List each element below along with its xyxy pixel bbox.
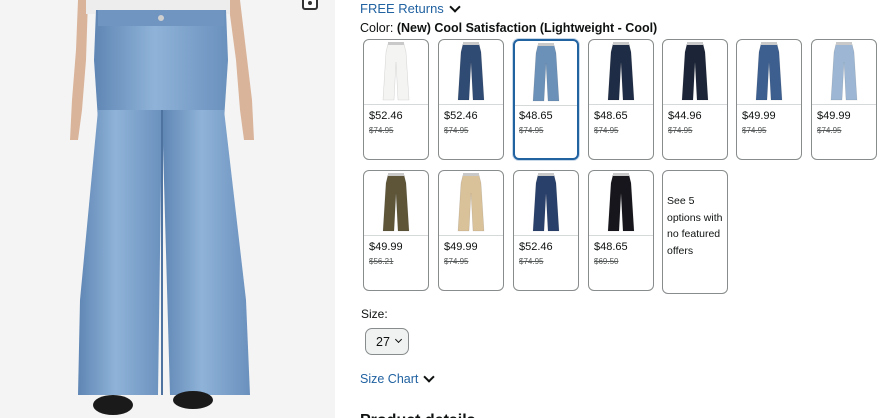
- color-swatch[interactable]: $49.99 $56.21: [363, 170, 429, 291]
- swatch-price: $52.46: [444, 110, 478, 122]
- color-swatch[interactable]: $48.65 $69.50: [588, 170, 654, 291]
- size-chart-label: Size Chart: [360, 372, 419, 386]
- color-swatch-thumbnail: [514, 171, 578, 236]
- see-more-options-button[interactable]: See 5 options with no featured offers: [662, 170, 728, 294]
- swatch-price: $48.65: [594, 110, 628, 122]
- product-image-pane: [0, 0, 335, 418]
- color-selected-value: (New) Cool Satisfaction (Lightweight - C…: [396, 21, 658, 35]
- product-main-image[interactable]: [58, 0, 268, 418]
- chevron-down-icon: [394, 335, 402, 344]
- swatch-price: $52.46: [369, 110, 403, 122]
- swatch-price: $49.99: [817, 110, 851, 122]
- swatch-list-price: $74.95: [742, 126, 767, 135]
- swatch-list-price: $74.95: [817, 126, 842, 135]
- color-swatch[interactable]: $49.99 $74.95: [736, 39, 802, 160]
- color-swatch-thumbnail: [812, 40, 876, 105]
- color-swatch[interactable]: $44.96 $74.95: [662, 39, 728, 160]
- swatch-price: $52.46: [519, 241, 553, 253]
- swatch-list-price: $74.95: [369, 126, 394, 135]
- color-swatch-thumbnail: [589, 40, 653, 105]
- color-swatch-thumbnail: [515, 41, 577, 106]
- swatch-price: $48.65: [519, 110, 553, 122]
- color-label-row: Color: (New) Cool Satisfaction (Lightwei…: [360, 21, 657, 35]
- color-swatch[interactable]: $52.46 $74.95: [438, 39, 504, 160]
- color-swatch[interactable]: $52.46 $74.95: [363, 39, 429, 160]
- size-label: Size:: [361, 307, 388, 321]
- see-more-options-text: See 5 options with no featured offers: [667, 195, 723, 257]
- swatch-list-price: $74.95: [594, 126, 619, 135]
- free-returns-label: FREE Returns: [360, 1, 444, 16]
- color-swatch-thumbnail: [663, 40, 727, 105]
- swatch-price: $48.65: [594, 241, 628, 253]
- color-swatch[interactable]: $48.65 $74.95: [513, 39, 579, 160]
- color-swatch-thumbnail: [439, 40, 503, 105]
- swatch-list-price: $74.95: [519, 126, 544, 135]
- color-swatch[interactable]: $49.99 $74.95: [811, 39, 877, 160]
- swatch-price: $49.99: [444, 241, 478, 253]
- swatch-list-price: $74.95: [444, 126, 469, 135]
- swatch-list-price: $74.95: [668, 126, 693, 135]
- size-chart-link[interactable]: Size Chart: [360, 371, 436, 386]
- swatch-price: $49.99: [369, 241, 403, 253]
- color-swatch-thumbnail: [364, 40, 428, 105]
- color-swatch-thumbnail: [589, 171, 653, 236]
- color-swatch-thumbnail: [439, 171, 503, 236]
- swatch-list-price: $74.95: [444, 257, 469, 266]
- color-swatch[interactable]: $49.99 $74.95: [438, 170, 504, 291]
- free-returns-link[interactable]: FREE Returns: [360, 0, 461, 16]
- product-options-pane: FREE Returns Color: (New) Cool Satisfact…: [335, 0, 883, 418]
- share-icon[interactable]: [302, 0, 318, 10]
- swatch-list-price: $56.21: [369, 257, 394, 266]
- color-swatch[interactable]: $52.46 $74.95: [513, 170, 579, 291]
- color-label: Color:: [360, 21, 394, 35]
- size-dropdown[interactable]: 27: [365, 328, 409, 355]
- color-swatch[interactable]: $48.65 $74.95: [588, 39, 654, 160]
- chevron-down-icon: [449, 0, 461, 13]
- swatch-price: $49.99: [742, 110, 776, 122]
- color-swatch-thumbnail: [737, 40, 801, 105]
- swatch-list-price: $69.50: [594, 257, 619, 266]
- swatch-list-price: $74.95: [519, 257, 544, 266]
- color-swatch-thumbnail: [364, 171, 428, 236]
- chevron-down-icon: [423, 371, 436, 383]
- swatch-price: $44.96: [668, 110, 702, 122]
- size-selected-value: 27: [376, 334, 390, 349]
- product-details-heading: Product details: [360, 407, 476, 418]
